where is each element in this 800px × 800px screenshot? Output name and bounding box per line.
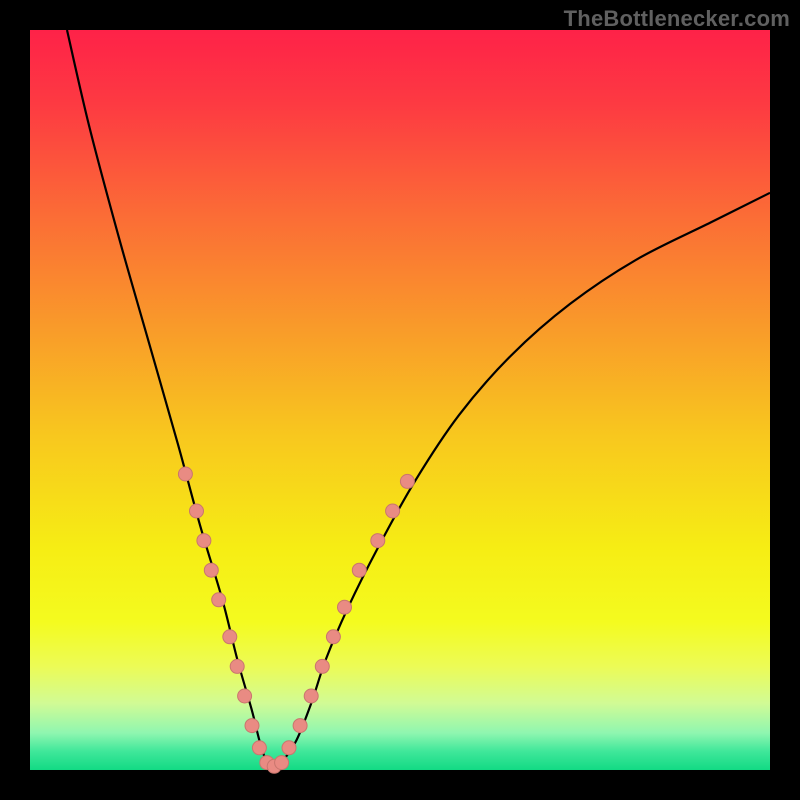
marker-group [178,467,414,773]
data-marker [371,534,385,548]
data-marker [230,659,244,673]
data-marker [238,689,252,703]
data-marker [400,474,414,488]
data-marker [178,467,192,481]
data-marker [252,741,266,755]
data-marker [352,563,366,577]
data-marker [282,741,296,755]
attribution-label: TheBottlenecker.com [564,6,790,32]
data-marker [293,719,307,733]
data-marker [190,504,204,518]
data-marker [275,756,289,770]
data-marker [338,600,352,614]
bottleneck-curve [67,30,770,770]
data-marker [386,504,400,518]
data-marker [223,630,237,644]
data-marker [304,689,318,703]
data-marker [245,719,259,733]
data-marker [326,630,340,644]
data-marker [212,593,226,607]
chart-svg [30,30,770,770]
data-marker [204,563,218,577]
data-marker [315,659,329,673]
data-marker [197,534,211,548]
chart-frame [30,30,770,770]
